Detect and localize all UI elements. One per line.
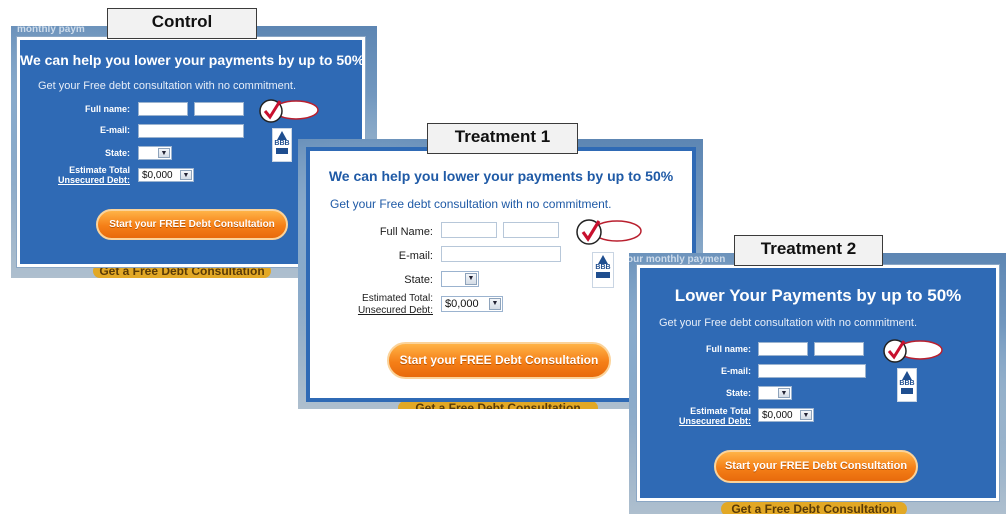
treatment1-debt-select[interactable]: $0,000 ▼: [441, 296, 503, 312]
control-debt-label: Estimate Total Unsecured Debt:: [58, 165, 130, 185]
chevron-down-icon: ▼: [800, 410, 812, 420]
control-firstname-input[interactable]: [138, 102, 188, 116]
treatment1-email-label: E-mail:: [398, 250, 433, 262]
control-cta-button[interactable]: Start your FREE Debt Consultation: [96, 209, 288, 240]
treatment1-variant-label: Treatment 1: [427, 123, 578, 154]
treatment2-bbb-badge: BBB: [897, 368, 917, 402]
treatment1-subheadline: Get your Free debt consultation with no …: [330, 197, 612, 211]
control-state-select[interactable]: ▼: [138, 146, 172, 160]
control-lastname-input[interactable]: [194, 102, 244, 116]
control-email-label: E-mail:: [99, 125, 130, 135]
control-variant-label: Control: [107, 8, 257, 39]
treatment2-headline: Lower Your Payments by up to 50%: [674, 286, 962, 305]
control-fullname-label: Full name:: [84, 104, 130, 114]
treatment1-debt-label-line1: Estimated Total:: [362, 293, 433, 304]
chevron-down-icon: ▼: [465, 273, 477, 285]
control-debt-label-line2: Unsecured Debt:: [57, 175, 130, 185]
treatment2-bbb-text: BBB: [899, 380, 915, 387]
treatment1-headline: We can help you lower your payments by u…: [328, 168, 674, 184]
treatment2-email-label: E-mail:: [720, 366, 751, 376]
treatment2-variant-label: Treatment 2: [734, 235, 883, 266]
chevron-down-icon: ▼: [778, 388, 790, 398]
treatment2-bg-cta: Get a Free Debt Consultation: [721, 502, 907, 514]
treatment2-debt-label: Estimate Total Unsecured Debt:: [679, 406, 751, 426]
treatment2-fullname-label: Full name:: [705, 344, 751, 354]
treatment1-verisign-badge: [575, 218, 643, 248]
treatment1-firstname-input[interactable]: [441, 222, 497, 238]
control-email-input[interactable]: [138, 124, 244, 138]
bbb-torch-icon: [277, 131, 287, 140]
treatment2-screenshot: our monthly paymen Get a Free Debt Consu…: [629, 253, 1006, 514]
treatment2-subheadline: Get your Free debt consultation with no …: [659, 317, 918, 329]
control-debt-label-line1: Estimate Total: [69, 165, 130, 175]
treatment1-cta-button[interactable]: Start your FREE Debt Consultation: [387, 342, 611, 379]
treatment2-debt-label-line1: Estimate Total: [690, 406, 751, 416]
treatment1-bg-cta: Get a Free Debt Consultation: [398, 401, 598, 409]
treatment1-fullname-label: Full Name:: [379, 226, 433, 238]
treatment2-debt-label-line2: Unsecured Debt:: [678, 416, 751, 426]
control-bbb-text: BBB: [274, 140, 290, 147]
treatment2-firstname-input[interactable]: [758, 342, 808, 356]
control-debt-select[interactable]: $0,000 ▼: [138, 168, 194, 182]
bbb-torch-icon: [902, 371, 912, 380]
treatment1-email-input[interactable]: [441, 246, 561, 262]
treatment1-bbb-badge: BBB: [592, 252, 614, 288]
treatment2-popup: Lower Your Payments by up to 50% Get you…: [637, 265, 999, 501]
control-bg-text: monthly paym: [17, 26, 85, 35]
bbb-torch-icon: [598, 255, 608, 264]
treatment2-state-label: State:: [725, 388, 751, 398]
treatment1-debt-label: Estimated Total: Unsecured Debt:: [358, 293, 433, 317]
control-verisign-badge: [258, 98, 320, 126]
treatment2-email-input[interactable]: [758, 364, 866, 378]
chevron-down-icon: ▼: [180, 170, 192, 180]
treatment2-cta-button[interactable]: Start your FREE Debt Consultation: [714, 450, 918, 483]
treatment1-debt-label-line2: Unsecured Debt:: [357, 305, 433, 316]
chevron-down-icon: ▼: [158, 148, 170, 158]
treatment1-debt-value: $0,000: [445, 298, 479, 310]
treatment2-debt-select[interactable]: $0,000 ▼: [758, 408, 814, 422]
treatment1-bbb-text: BBB: [595, 264, 611, 271]
treatment2-verisign-badge: [882, 338, 944, 366]
control-subheadline: Get your Free debt consultation with no …: [38, 80, 297, 92]
control-bbb-badge: BBB: [272, 128, 292, 162]
control-state-label: State:: [104, 148, 130, 158]
treatment2-lastname-input[interactable]: [814, 342, 864, 356]
treatment1-state-select[interactable]: ▼: [441, 271, 479, 287]
treatment2-state-select[interactable]: ▼: [758, 386, 792, 400]
treatment1-lastname-input[interactable]: [503, 222, 559, 238]
control-headline: We can help you lower your payments by u…: [20, 52, 365, 68]
treatment2-bg-text: our monthly paymen: [629, 254, 726, 265]
treatment1-state-label: State:: [404, 274, 433, 286]
control-debt-value: $0,000: [142, 170, 173, 181]
chevron-down-icon: ▼: [489, 298, 501, 310]
treatment2-debt-value: $0,000: [762, 410, 793, 421]
